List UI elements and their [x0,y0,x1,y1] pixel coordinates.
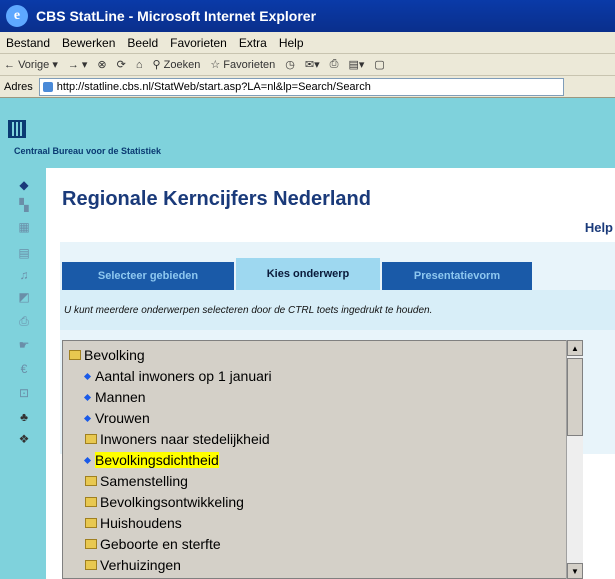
folder-icon [85,434,97,444]
folder-icon [85,560,97,570]
back-label: Vorige [18,59,50,71]
list-item-label: Aantal inwoners op 1 januari [95,368,272,384]
site-header: Centraal Bureau voor de Statistiek [0,98,615,168]
list-item-selected[interactable]: Bevolkingsdichtheid [83,450,219,470]
search-button[interactable]: ⚲ Zoeken [153,58,201,71]
tree-scrollbar[interactable]: ▲ ▼ [566,340,583,579]
scroll-down-icon[interactable]: ▼ [567,563,583,579]
list-item[interactable]: Inwoners naar stedelijkheid [85,429,270,449]
edit-icon[interactable]: ▤▾ [348,58,364,71]
list-item-label: Geboorte en sterfte [100,536,221,552]
back-arrow-icon: ← [4,59,15,71]
org-name: Centraal Bureau voor de Statistiek [14,146,162,156]
cbs-logo-icon [8,120,26,138]
main-content: Regionale Kerncijfers Nederland Help Sel… [46,168,615,579]
list-item[interactable]: Mannen [83,387,146,407]
address-label: Adres [4,80,33,93]
list-item-label: Huishoudens [100,515,182,531]
print-page-icon[interactable]: ⎙ [16,314,32,328]
star-icon: ☆ [210,59,221,71]
binoculars-icon[interactable]: ◆ [16,178,32,192]
list-item[interactable]: Samenstelling [85,471,188,491]
tree-icon[interactable]: ▚ [16,198,32,212]
browser-toolbar: ← Vorige ▾ → ▾ ⊗ ⟳ ⌂ ⚲ Zoeken ☆ Favoriet… [0,54,615,76]
list-item-label: Vrouwen [95,410,150,426]
list-item-label: Inwoners naar stedelijkheid [100,431,270,447]
mail-icon[interactable]: ✉▾ [305,58,320,71]
folder-icon [85,497,97,507]
help-link[interactable]: Help [585,220,613,235]
home-icon[interactable]: ⌂ [136,59,143,71]
list-item-label: Verhuizingen [100,557,181,573]
tab-selecteer-gebieden[interactable]: Selecteer gebieden [62,262,234,290]
bullet-icon [83,393,92,401]
search-label: Zoeken [163,59,201,71]
tree-root-label: Bevolking [84,347,145,363]
scroll-thumb[interactable] [567,358,583,436]
discuss-icon[interactable]: ▢ [374,58,384,71]
person-icon[interactable]: ♣ [16,410,32,424]
folder-icon [85,518,97,528]
favorites-label: Favorieten [223,59,276,71]
refresh-icon[interactable]: ⟳ [117,58,126,71]
back-button[interactable]: ← Vorige ▾ [4,58,58,71]
stop-icon[interactable]: ⊗ [97,58,106,71]
download-icon[interactable]: ⊡ [16,386,32,400]
menu-bar: Bestand Bewerken Beeld Favorieten Extra … [0,32,615,54]
note-icon[interactable]: ♫ [16,268,32,282]
euro-icon[interactable]: € [16,362,32,376]
ie-logo-icon: e [6,5,28,27]
bullet-icon [83,372,92,380]
address-url: http://statline.cbs.nl/StatWeb/start.asp… [56,80,371,93]
bullet-icon [83,414,92,422]
folder-icon [85,476,97,486]
page-favicon-icon [42,81,53,92]
menu-item-bestand[interactable]: Bestand [6,36,50,50]
list-item[interactable]: Verhuizingen [85,555,181,575]
list-item-label: Bevolkingsdichtheid [95,452,219,468]
search-icon: ⚲ [152,59,161,71]
list-item[interactable]: Bevolkingsontwikkeling [85,492,244,512]
chart-icon[interactable]: ▤ [16,246,32,260]
tree-root-bevolking[interactable]: Bevolking [69,345,145,365]
list-item-label: Samenstelling [100,473,188,489]
topic-tree: Bevolking Aantal inwoners op 1 januari M… [62,340,583,579]
sidebar: ◆ ▚ ▦ ▤ ♫ ◩ ⎙ ☛ € ⊡ ♣ ❖ [0,168,46,579]
list-item-label: Bevolkingsontwikkeling [100,494,244,510]
scroll-up-icon[interactable]: ▲ [567,340,583,356]
address-input[interactable]: http://statline.cbs.nl/StatWeb/start.asp… [38,77,564,96]
menu-item-bewerken[interactable]: Bewerken [62,36,115,50]
forward-button[interactable]: → ▾ [68,58,88,71]
books-icon[interactable]: ❖ [16,432,32,446]
page-title: Regionale Kerncijfers Nederland [62,188,371,210]
list-item-label: Mannen [95,389,146,405]
folder-icon [85,539,97,549]
window-titlebar: e CBS StatLine - Microsoft Internet Expl… [0,0,615,32]
tab-kies-onderwerp[interactable]: Kies onderwerp [236,258,380,290]
folder-icon [69,350,81,360]
list-item[interactable]: Huishoudens [85,513,182,533]
tab-presentatievorm[interactable]: Presentatievorm [382,262,532,290]
map-icon[interactable]: ◩ [16,290,32,304]
menu-item-extra[interactable]: Extra [239,36,267,50]
favorites-button[interactable]: ☆ Favorieten [210,58,275,71]
menu-item-beeld[interactable]: Beeld [127,36,158,50]
list-item[interactable]: Geboorte en sterfte [85,534,221,554]
menu-item-help[interactable]: Help [279,36,304,50]
window-title: CBS StatLine - Microsoft Internet Explor… [36,8,317,24]
table-icon[interactable]: ▦ [16,220,32,234]
pointer-icon[interactable]: ☛ [16,338,32,352]
print-icon[interactable]: ⎙ [330,58,339,71]
instruction-text: U kunt meerdere onderwerpen selecteren d… [60,290,615,330]
history-icon[interactable]: ◷ [285,58,295,71]
list-item[interactable]: Vrouwen [83,408,150,428]
list-item[interactable]: Aantal inwoners op 1 januari [83,366,272,386]
address-bar: Adres http://statline.cbs.nl/StatWeb/sta… [0,76,615,98]
menu-item-favorieten[interactable]: Favorieten [170,36,227,50]
bullet-icon [83,456,92,464]
